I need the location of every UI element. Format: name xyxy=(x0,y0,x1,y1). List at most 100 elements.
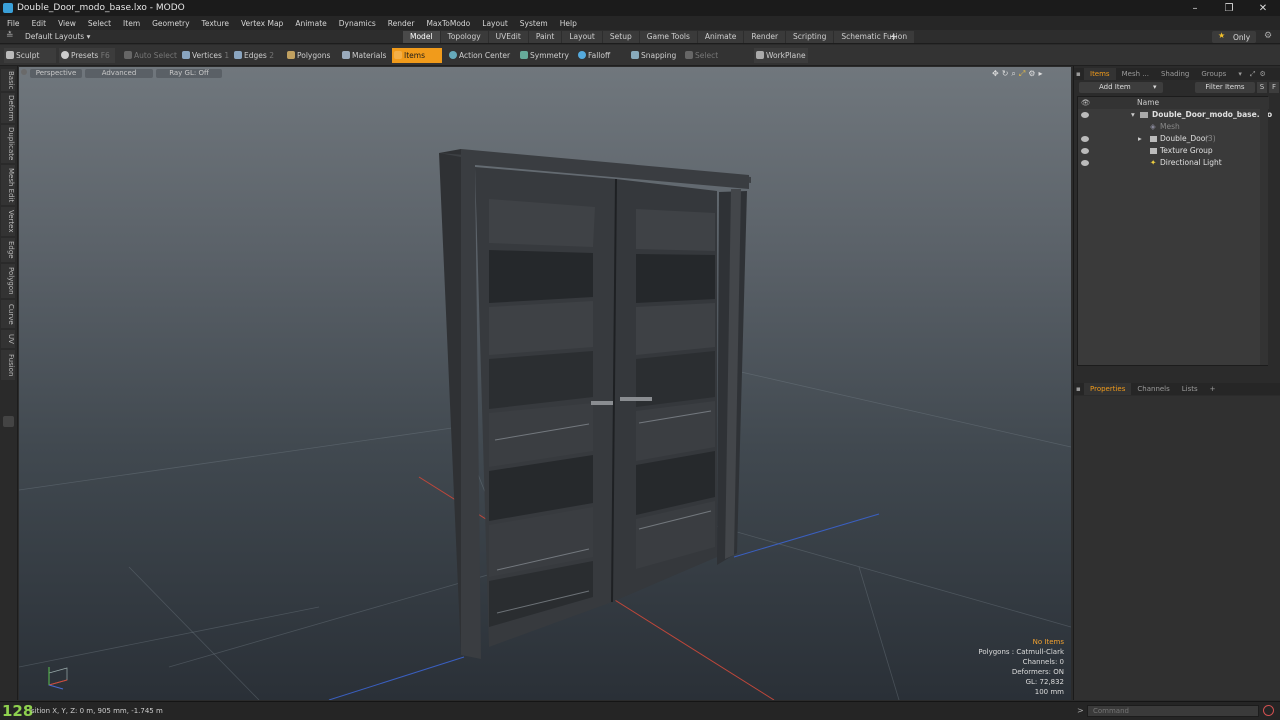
menu-edit[interactable]: Edit xyxy=(25,19,52,28)
viewport-expand-icon[interactable]: ▸ xyxy=(1038,69,1042,79)
action-center-button[interactable]: Action Center xyxy=(447,48,511,63)
item-row-texture-group[interactable]: Texture Group xyxy=(1078,145,1269,157)
tool-tab-mesh-edit[interactable]: Mesh Edit xyxy=(1,165,15,205)
gear-icon[interactable]: ⚙ xyxy=(1264,31,1272,41)
tab-lists[interactable]: Lists xyxy=(1176,383,1204,395)
tab-shading[interactable]: Shading xyxy=(1155,68,1195,80)
collapse-arrow-icon[interactable]: ▾ xyxy=(1131,109,1135,121)
sculpt-button[interactable]: Sculpt xyxy=(4,48,56,63)
symmetry-button[interactable]: Symmetry xyxy=(518,48,570,63)
menu-maxtomodo[interactable]: MaxToModo xyxy=(419,19,475,28)
tab-game-tools[interactable]: Game Tools xyxy=(639,31,697,43)
presets-button[interactable]: Presets F6 xyxy=(59,48,115,63)
eye-icon[interactable] xyxy=(1081,136,1089,142)
pan-icon[interactable]: ✥ xyxy=(992,69,999,79)
viewport-gear-icon[interactable]: ⚙ xyxy=(1028,69,1035,79)
item-row-directional-light[interactable]: ✦ Directional Light xyxy=(1078,157,1269,169)
snapping-button[interactable]: Snapping xyxy=(629,48,679,63)
rotate-icon[interactable]: ↻ xyxy=(1002,69,1009,79)
filter-items-button[interactable]: Filter Items xyxy=(1195,82,1255,93)
menu-dynamics[interactable]: Dynamics xyxy=(332,19,381,28)
tab-items[interactable]: Items xyxy=(1084,68,1116,80)
tab-animate[interactable]: Animate xyxy=(697,31,744,43)
tab-render[interactable]: Render xyxy=(744,31,786,43)
record-icon[interactable] xyxy=(1263,705,1274,716)
item-row-mesh[interactable]: ◈ Mesh xyxy=(1078,121,1269,133)
maximize-button[interactable]: ❐ xyxy=(1212,0,1246,16)
workplane-button[interactable]: WorkPlane xyxy=(754,48,808,63)
menu-animate[interactable]: Animate xyxy=(288,19,331,28)
layout-menu-icon[interactable]: ≛ xyxy=(6,31,14,41)
tool-tab-edge[interactable]: Edge xyxy=(1,238,15,262)
layout-selector[interactable]: Default Layouts ▾ xyxy=(25,32,90,41)
edges-button[interactable]: Edges 2 xyxy=(232,48,282,63)
expand-panel-icon[interactable]: ⤢ xyxy=(1248,68,1258,80)
tool-tab-duplicate[interactable]: Duplicate xyxy=(1,125,15,163)
materials-button[interactable]: Materials xyxy=(340,48,390,63)
tabs-overflow-icon[interactable]: ▾ xyxy=(1232,68,1248,80)
close-button[interactable]: ✕ xyxy=(1246,0,1280,16)
3d-viewport[interactable]: Perspective Advanced Ray GL: Off ✥ ↻ ⌕ ⤢… xyxy=(19,67,1071,700)
properties-grip-icon[interactable]: ▪ xyxy=(1074,383,1084,395)
tab-layout[interactable]: Layout xyxy=(562,31,602,43)
items-panel-gear-icon[interactable]: ⚙ xyxy=(1257,68,1267,80)
tab-model[interactable]: Model xyxy=(403,31,440,43)
menu-vertex-map[interactable]: Vertex Map xyxy=(234,19,288,28)
tool-tab-curve[interactable]: Curve xyxy=(1,300,15,328)
tab-schematic-fusion[interactable]: Schematic Fusion xyxy=(834,31,915,43)
tab-setup[interactable]: Setup xyxy=(602,31,639,43)
menu-system[interactable]: System xyxy=(513,19,553,28)
tool-tab-basic[interactable]: Basic xyxy=(1,69,15,91)
item-row-double-door[interactable]: ▸ Double_Door (3) xyxy=(1078,133,1269,145)
polygons-button[interactable]: Polygons xyxy=(285,48,335,63)
menu-help[interactable]: Help xyxy=(553,19,582,28)
view-advanced-button[interactable]: Advanced xyxy=(85,69,153,78)
menu-layout[interactable]: Layout xyxy=(475,19,513,28)
tab-paint[interactable]: Paint xyxy=(528,31,562,43)
add-tab-button[interactable]: + xyxy=(889,30,898,43)
command-input[interactable] xyxy=(1087,705,1259,717)
raygl-button[interactable]: Ray GL: Off xyxy=(156,69,222,78)
viewport-menu-icon[interactable] xyxy=(21,69,27,75)
s-toggle[interactable]: S xyxy=(1257,82,1267,93)
panel-toggle-icon[interactable] xyxy=(3,416,14,427)
select-through-button[interactable]: Select Through xyxy=(683,48,747,75)
tool-tab-polygon[interactable]: Polygon xyxy=(1,264,15,298)
menu-geometry[interactable]: Geometry xyxy=(145,19,194,28)
eye-icon[interactable] xyxy=(1081,148,1089,154)
tab-mesh[interactable]: Mesh ... xyxy=(1116,68,1155,80)
item-row-scene[interactable]: ▾ Double_Door_modo_base.lxo xyxy=(1078,109,1272,121)
tool-tab-uv[interactable]: UV xyxy=(1,330,15,348)
menu-texture[interactable]: Texture xyxy=(195,19,234,28)
items-button[interactable]: Items xyxy=(392,48,442,63)
menu-file[interactable]: File xyxy=(0,19,25,28)
minimize-button[interactable]: – xyxy=(1178,0,1212,16)
only-toggle[interactable]: ★ Only xyxy=(1212,31,1256,43)
tab-channels[interactable]: Channels xyxy=(1131,383,1175,395)
tab-scripting[interactable]: Scripting xyxy=(786,31,834,43)
eye-icon[interactable] xyxy=(1081,160,1089,166)
expand-arrow-icon[interactable]: ▸ xyxy=(1138,133,1142,145)
menu-render[interactable]: Render xyxy=(381,19,420,28)
menu-view[interactable]: View xyxy=(51,19,81,28)
zoom-icon[interactable]: ⌕ xyxy=(1011,69,1015,79)
add-properties-tab-button[interactable]: + xyxy=(1204,383,1222,395)
tool-tab-vertex[interactable]: Vertex xyxy=(1,207,15,236)
fit-icon[interactable]: ⤢ xyxy=(1019,69,1025,79)
tool-tab-fusion[interactable]: Fusion xyxy=(1,350,15,380)
menu-select[interactable]: Select xyxy=(81,19,116,28)
tab-properties[interactable]: Properties xyxy=(1084,383,1132,395)
tab-groups[interactable]: Groups xyxy=(1195,68,1232,80)
auto-select-button[interactable]: Auto Select xyxy=(122,48,178,63)
tool-tab-deform[interactable]: Deform xyxy=(1,93,15,123)
tab-topology[interactable]: Topology xyxy=(440,31,488,43)
tab-uvedit[interactable]: UVEdit xyxy=(488,31,528,43)
view-perspective-button[interactable]: Perspective xyxy=(30,69,82,78)
panel-grip-icon[interactable]: ▪ xyxy=(1074,68,1084,80)
f-toggle[interactable]: F xyxy=(1269,82,1279,93)
item-list-scrollbar[interactable] xyxy=(1260,109,1268,365)
eye-icon[interactable] xyxy=(1081,112,1089,118)
vertices-button[interactable]: Vertices 1 xyxy=(180,48,230,63)
add-item-button[interactable]: Add Item ▾ xyxy=(1079,82,1163,93)
falloff-button[interactable]: Falloff xyxy=(576,48,624,63)
